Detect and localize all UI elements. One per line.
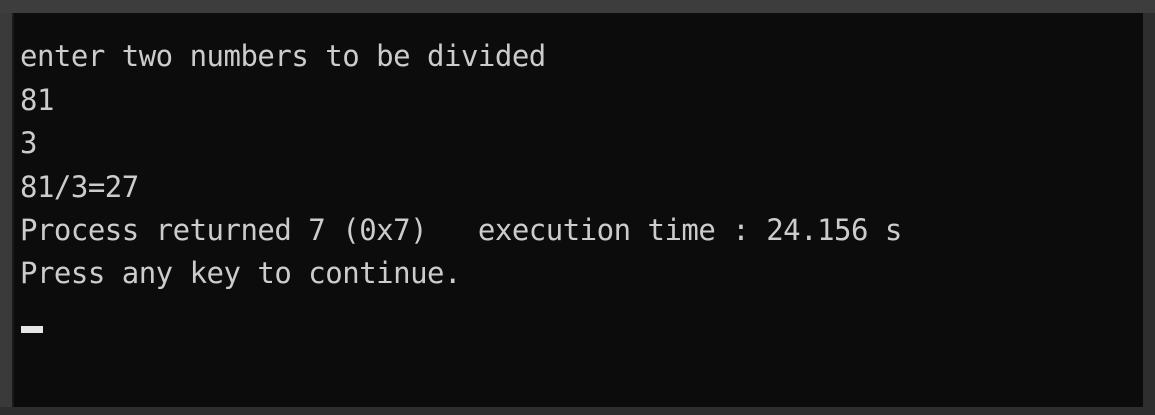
- console-line-input-1: 81: [20, 83, 54, 117]
- console-line-prompt: enter two numbers to be divided: [20, 39, 546, 73]
- text-cursor: [21, 326, 43, 333]
- console-window: enter two numbers to be divided 81 3 81/…: [0, 0, 1155, 415]
- window-bottom-border: [0, 407, 1155, 415]
- console-line-result: 81/3=27: [20, 170, 139, 204]
- console-output[interactable]: enter two numbers to be divided 81 3 81/…: [12, 13, 1143, 407]
- console-line-input-2: 3: [20, 126, 37, 160]
- console-line-process-return: Process returned 7 (0x7) execution time …: [20, 213, 902, 247]
- window-titlebar: [0, 0, 1155, 13]
- console-line-continue-prompt: Press any key to continue.: [20, 256, 461, 290]
- window-right-border: [1143, 13, 1155, 415]
